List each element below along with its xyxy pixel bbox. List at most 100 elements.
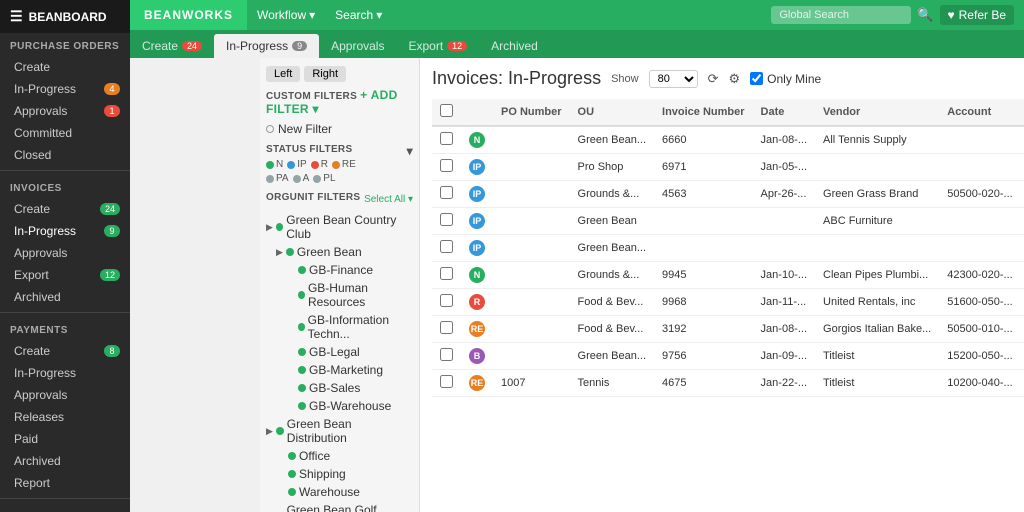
row-checkbox-5[interactable] bbox=[440, 267, 453, 280]
row-checkbox-3[interactable] bbox=[440, 213, 453, 226]
new-filter-item[interactable]: New Filter bbox=[266, 120, 413, 138]
sidebar-item-paid[interactable]: Paid bbox=[0, 428, 130, 450]
status-tag-pa[interactable]: PA bbox=[266, 173, 289, 184]
tree-item[interactable]: ▶ Green Bean Country Club bbox=[266, 211, 413, 243]
sidebar-item-approvals[interactable]: Approvals bbox=[0, 242, 130, 264]
sidebar-item-label: In-Progress bbox=[14, 224, 76, 238]
tree-item[interactable]: ▶ Green Bean Distribution bbox=[266, 415, 413, 447]
table-row[interactable]: IP Green Bean... $0.00 bbox=[432, 235, 1024, 262]
sidebar-item-in-progress[interactable]: In-Progress bbox=[0, 362, 130, 384]
status-tag-r[interactable]: R bbox=[311, 159, 328, 170]
tree-item[interactable]: Shipping bbox=[266, 465, 413, 483]
tree-dot-icon bbox=[298, 323, 305, 331]
table-row[interactable]: RE Food & Bev... 3192 Jan-08-... Gorgios… bbox=[432, 316, 1024, 343]
cell-account: 51600-050-... bbox=[939, 289, 1020, 316]
sidebar-badge: 24 bbox=[100, 203, 120, 215]
table-row[interactable]: IP Grounds &... 4563 Apr-26-... Green Gr… bbox=[432, 181, 1024, 208]
table-row[interactable]: N Grounds &... 9945 Jan-10-... Clean Pip… bbox=[432, 262, 1024, 289]
tree-item[interactable]: GB-Finance bbox=[266, 261, 413, 279]
sidebar-item-in-progress[interactable]: In-Progress4 bbox=[0, 78, 130, 100]
status-tag-a[interactable]: A bbox=[293, 173, 310, 184]
filter-nav-right[interactable]: Right bbox=[304, 66, 346, 82]
tree-item[interactable]: GB-Human Resources bbox=[266, 279, 413, 311]
status-filters-toggle[interactable]: ▾ bbox=[407, 144, 413, 158]
table-row[interactable]: R Food & Bev... 9968 Jan-11-... United R… bbox=[432, 289, 1024, 316]
tree-item[interactable]: GB-Legal bbox=[266, 343, 413, 361]
cell-invoice: 9756 bbox=[654, 343, 753, 370]
show-select[interactable]: 80 50 100 bbox=[649, 70, 698, 88]
tab-export[interactable]: Export12 bbox=[396, 34, 479, 58]
row-checkbox-7[interactable] bbox=[440, 321, 453, 334]
row-checkbox-6[interactable] bbox=[440, 294, 453, 307]
sidebar-badge: 9 bbox=[104, 225, 120, 237]
workflow-menu[interactable]: Workflow ▾ bbox=[247, 0, 325, 30]
filter-nav-left[interactable]: Left bbox=[266, 66, 300, 82]
only-mine-checkbox[interactable] bbox=[750, 72, 763, 85]
sidebar-item-committed[interactable]: Committed bbox=[0, 122, 130, 144]
table-row[interactable]: B Green Bean... 9756 Jan-09-... Titleist… bbox=[432, 343, 1024, 370]
tree-item[interactable]: Office bbox=[266, 447, 413, 465]
table-row[interactable]: RE 1007 Tennis 4675 Jan-22-... Titleist … bbox=[432, 370, 1024, 397]
settings-icon[interactable]: ⚙ bbox=[729, 71, 741, 87]
sidebar-item-label: Releases bbox=[14, 410, 64, 424]
tree-item-label: GB-Information Techn... bbox=[308, 313, 413, 341]
sidebar-item-approvals[interactable]: Approvals1 bbox=[0, 100, 130, 122]
tab-archived[interactable]: Archived bbox=[479, 34, 550, 58]
select-all-btn[interactable]: Select All ▾ bbox=[364, 194, 413, 205]
tree-item-label: GB-Human Resources bbox=[308, 281, 413, 309]
cell-ou: Green Bean bbox=[570, 208, 655, 235]
tree-item-label: GB-Legal bbox=[309, 345, 360, 359]
tree-item-label: Office bbox=[299, 449, 330, 463]
sidebar-item-archived[interactable]: Archived bbox=[0, 286, 130, 308]
tree-item[interactable]: ▶ Green Bean bbox=[266, 243, 413, 261]
tab-in-progress[interactable]: In-Progress9 bbox=[214, 34, 319, 58]
cell-vendor: Gorgios Italian Bake... bbox=[815, 316, 939, 343]
table-row[interactable]: N Green Bean... 6660 Jan-08-... All Tenn… bbox=[432, 126, 1024, 154]
tab-create[interactable]: Create24 bbox=[130, 34, 214, 58]
table-row[interactable]: IP Pro Shop 6971 Jan-05-... Feb-04-... $… bbox=[432, 154, 1024, 181]
cell-invoice: 6660 bbox=[654, 126, 753, 154]
sidebar-item-create[interactable]: Create bbox=[0, 56, 130, 78]
row-checkbox-2[interactable] bbox=[440, 186, 453, 199]
select-all-checkbox[interactable] bbox=[440, 104, 453, 117]
sidebar-item-releases[interactable]: Releases bbox=[0, 406, 130, 428]
status-tag-re[interactable]: RE bbox=[332, 159, 356, 170]
row-checkbox-9[interactable] bbox=[440, 375, 453, 388]
row-checkbox-0[interactable] bbox=[440, 132, 453, 145]
workflow-chevron-icon: ▾ bbox=[309, 8, 315, 22]
add-filter-btn[interactable]: + Add Filter ▾ bbox=[266, 88, 398, 116]
tree-item[interactable]: GB-Information Techn... bbox=[266, 311, 413, 343]
search-menu[interactable]: Search ▾ bbox=[325, 0, 392, 30]
refer-button[interactable]: ♥ Refer Be bbox=[940, 5, 1014, 25]
refresh-icon[interactable]: ⟳ bbox=[708, 71, 719, 87]
sidebar-item-approvals[interactable]: Approvals bbox=[0, 384, 130, 406]
row-checkbox-1[interactable] bbox=[440, 159, 453, 172]
tree-item[interactable]: GB-Marketing bbox=[266, 361, 413, 379]
tree-arrow-icon: ▶ bbox=[276, 247, 283, 258]
tree-item[interactable]: ▶ Green Bean Golf Course bbox=[266, 501, 413, 512]
tree-item[interactable]: Warehouse bbox=[266, 483, 413, 501]
sidebar-item-closed[interactable]: Closed bbox=[0, 144, 130, 166]
table-row[interactable]: IP Green Bean ABC Furniture $50.00 bbox=[432, 208, 1024, 235]
sidebar-badge: 12 bbox=[100, 269, 120, 281]
tree-item[interactable]: GB-Warehouse bbox=[266, 397, 413, 415]
sidebar-item-report[interactable]: Report bbox=[0, 472, 130, 494]
status-tag-ip[interactable]: IP bbox=[287, 159, 306, 170]
sidebar-item-create[interactable]: Create8 bbox=[0, 340, 130, 362]
sidebar-item-export[interactable]: Export12 bbox=[0, 264, 130, 286]
status-tag-n[interactable]: N bbox=[266, 159, 283, 170]
status-tag-pl[interactable]: PL bbox=[313, 173, 335, 184]
sidebar-item-archived[interactable]: Archived bbox=[0, 450, 130, 472]
status-circle: IP bbox=[469, 213, 485, 229]
sidebar-item-create[interactable]: Create24 bbox=[0, 198, 130, 220]
sidebar-item-in-progress[interactable]: In-Progress 9 bbox=[0, 220, 130, 242]
row-checkbox-4[interactable] bbox=[440, 240, 453, 253]
tab-label-in-progress: In-Progress bbox=[226, 39, 288, 53]
tab-approvals[interactable]: Approvals bbox=[319, 34, 396, 58]
only-mine-toggle[interactable]: Only Mine bbox=[750, 72, 821, 86]
search-chevron-icon: ▾ bbox=[376, 8, 382, 22]
cell-vendor: Clean Pipes Plumbi... bbox=[815, 262, 939, 289]
tree-item[interactable]: GB-Sales bbox=[266, 379, 413, 397]
row-checkbox-8[interactable] bbox=[440, 348, 453, 361]
global-search-input[interactable] bbox=[771, 6, 911, 24]
